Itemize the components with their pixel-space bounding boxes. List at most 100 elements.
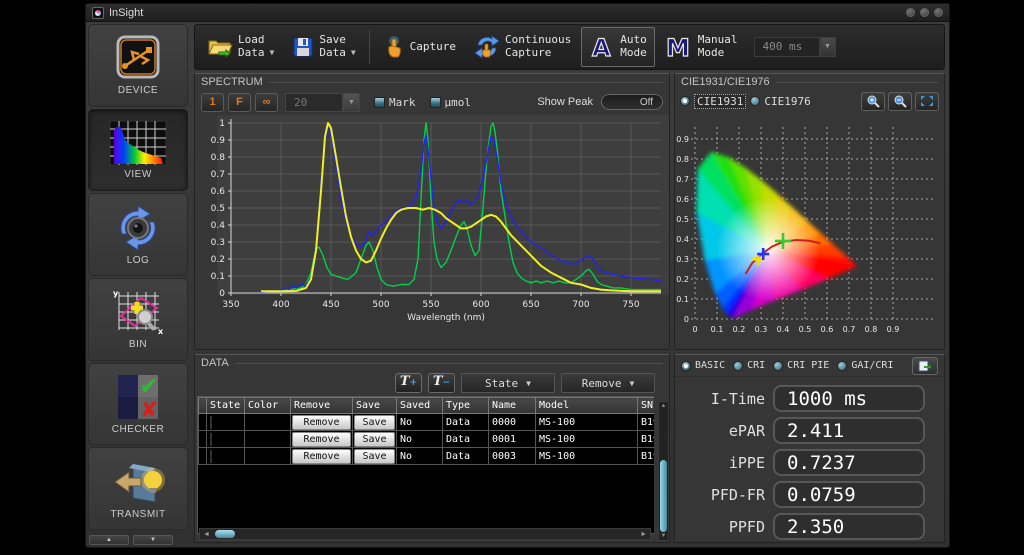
text-larger-button[interactable]: T+ <box>395 373 422 393</box>
load-data-button[interactable]: Load Data ▼ <box>199 27 282 67</box>
state-checkbox[interactable] <box>210 416 212 429</box>
metrics-tab-gai-cri[interactable]: GAI/CRI <box>837 360 893 371</box>
close-button[interactable] <box>934 8 943 17</box>
model-cell: MS-100 <box>536 431 638 448</box>
save-row-button[interactable]: Save <box>354 415 395 430</box>
remove-row-button[interactable]: Remove <box>292 432 351 447</box>
remove-row-button[interactable]: Remove <box>292 449 351 464</box>
remove-cell[interactable]: Remove <box>291 414 353 431</box>
scroll-down-icon[interactable]: ▼ <box>659 533 668 539</box>
column-header-type[interactable]: Type <box>443 398 489 414</box>
scroll-left-icon[interactable]: ◄ <box>200 531 213 538</box>
cie1976-radio-label[interactable]: CIE1976 <box>764 95 810 108</box>
auto-mode-button[interactable]: A Auto Mode <box>581 27 655 67</box>
sidebar-item-checker[interactable]: ✔ ✘ CHECKER <box>88 363 188 446</box>
metrics-tab-cri[interactable]: CRI <box>733 360 765 371</box>
infinity-average-button[interactable]: ∞ <box>255 93 278 112</box>
remove-cell[interactable]: Remove <box>291 448 353 465</box>
sidebar-scroll-down-button[interactable]: ▼ <box>133 535 173 545</box>
save-data-button[interactable]: Save Data ▼ <box>284 27 363 67</box>
horizontal-scroll-thumb[interactable] <box>215 530 235 538</box>
remove-cell[interactable]: Remove <box>291 431 353 448</box>
metrics-tab-radio[interactable] <box>773 361 783 371</box>
remove-row-button[interactable]: Remove <box>292 415 351 430</box>
column-header-save[interactable]: Save <box>353 398 397 414</box>
state-cell[interactable] <box>207 414 245 431</box>
sidebar-item-transmit[interactable]: TRANSMIT <box>88 447 188 530</box>
save-data-dropdown-icon[interactable]: ▼ <box>351 48 356 57</box>
column-header-color[interactable]: Color <box>245 398 291 414</box>
metrics-tab-radio[interactable] <box>837 361 847 371</box>
row-selector[interactable] <box>199 414 207 431</box>
column-header-name[interactable]: Name <box>489 398 536 414</box>
integration-time-select[interactable]: 400 ms ▼ <box>754 37 836 57</box>
data-horizontal-scrollbar[interactable]: ◄ ► <box>199 528 651 540</box>
column-header-state[interactable]: State <box>207 398 245 414</box>
umol-checkbox[interactable]: μmol <box>430 96 472 109</box>
state-dropdown[interactable]: State▼ <box>461 373 555 393</box>
save-row-button[interactable]: Save <box>354 432 395 447</box>
zoom-in-button[interactable] <box>861 92 885 111</box>
table-row[interactable]: RemoveSaveNoData0001MS-100B19M00852023/0… <box>199 431 655 448</box>
row-selector[interactable] <box>199 431 207 448</box>
sidebar-item-label: CHECKER <box>112 424 164 435</box>
state-cell[interactable] <box>207 431 245 448</box>
mark-checkbox[interactable]: Mark <box>374 96 416 109</box>
scroll-up-icon[interactable]: ▲ <box>659 403 668 409</box>
vertical-scroll-thumb[interactable] <box>660 460 667 532</box>
table-row[interactable]: RemoveSaveNoData0000MS-100B19M00852023/0… <box>199 414 655 431</box>
continuous-capture-button[interactable]: Continuous Capture <box>466 27 579 67</box>
save-cell[interactable]: Save <box>353 448 397 465</box>
text-smaller-button[interactable]: T− <box>428 373 455 393</box>
remove-dropdown[interactable]: Remove▼ <box>561 373 655 393</box>
data-vertical-scrollbar[interactable]: ▲ ▼ <box>658 401 669 541</box>
average-count-dropdown-icon[interactable]: ▼ <box>343 93 360 112</box>
save-cell[interactable]: Save <box>353 431 397 448</box>
capture-button[interactable]: Capture <box>375 27 464 67</box>
sidebar-item-device[interactable]: DEVICE <box>88 24 188 107</box>
state-checkbox[interactable] <box>210 433 212 446</box>
sidebar-item-bin[interactable]: y x BIN <box>88 278 188 361</box>
cie1931-radio-label[interactable]: CIE1931 <box>694 94 746 109</box>
cie1976-radio[interactable] <box>750 96 760 106</box>
single-view-button[interactable]: 1 <box>201 93 224 112</box>
svg-text:0.5: 0.5 <box>799 325 812 334</box>
maximize-button[interactable] <box>920 8 929 17</box>
save-cell[interactable]: Save <box>353 414 397 431</box>
data-panel: DATA T+ T− State▼ Remove▼ <box>194 354 670 543</box>
load-data-dropdown-icon[interactable]: ▼ <box>270 48 275 57</box>
state-dropdown-icon: ▼ <box>526 379 531 388</box>
state-checkbox[interactable] <box>210 450 212 463</box>
table-row[interactable]: RemoveSaveNoData0003MS-100B19M00852023/0… <box>199 448 655 465</box>
minimize-button[interactable] <box>906 8 915 17</box>
show-peak-toggle[interactable]: Off <box>601 94 663 110</box>
column-header-sn[interactable]: SN <box>638 398 655 414</box>
cie1931-radio[interactable] <box>680 96 690 106</box>
metrics-tab-radio[interactable] <box>733 361 743 371</box>
state-cell[interactable] <box>207 448 245 465</box>
svg-text:0.8: 0.8 <box>676 155 689 164</box>
integration-time-dropdown-icon[interactable]: ▼ <box>820 37 836 57</box>
manual-mode-button[interactable]: M Manual Mode <box>657 27 746 67</box>
column-header-saved[interactable]: Saved <box>397 398 443 414</box>
column-header-model[interactable]: Model <box>536 398 638 414</box>
metrics-tab-radio[interactable] <box>681 361 691 371</box>
umol-checkbox-icon[interactable] <box>430 97 441 108</box>
sidebar-scroll-up-button[interactable]: ▲ <box>89 535 129 545</box>
cie-controls: CIE1931 CIE1976 <box>675 89 944 113</box>
metrics-tab-basic[interactable]: BASIC <box>681 360 725 371</box>
sidebar-item-log[interactable]: LOG <box>88 193 188 276</box>
scroll-right-icon[interactable]: ► <box>637 531 650 538</box>
mark-checkbox-icon[interactable] <box>374 97 385 108</box>
fit-view-button[interactable] <box>915 92 939 111</box>
average-count-select[interactable]: 20 ▼ <box>285 93 360 112</box>
full-view-button[interactable]: F <box>228 93 251 112</box>
sidebar-item-view[interactable]: VIEW <box>88 109 188 192</box>
export-report-button[interactable] <box>912 357 938 375</box>
row-selector[interactable] <box>199 448 207 465</box>
zoom-out-button[interactable] <box>888 92 912 111</box>
metrics-tab-cri-pie[interactable]: CRI PIE <box>773 360 829 371</box>
save-row-button[interactable]: Save <box>354 449 395 464</box>
column-header-remove[interactable]: Remove <box>291 398 353 414</box>
name-cell: 0001 <box>489 431 536 448</box>
